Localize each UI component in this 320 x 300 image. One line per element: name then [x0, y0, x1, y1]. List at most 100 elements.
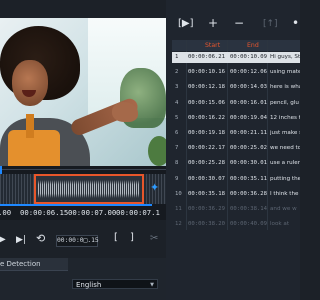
row-end-time: 00:00:38.14 [230, 206, 268, 212]
person-face [12, 60, 48, 106]
background-plant-small [148, 136, 166, 166]
row-number: 10 [175, 190, 182, 197]
row-end-time: 00:00:12.06 [230, 69, 268, 76]
row-end-time: 00:00:36.28 [230, 190, 268, 197]
transport-controls: ▶ ▶| ⟲ 00:00:0□.15 [ ] ✂ [0, 220, 166, 258]
jump-to-playhead-icon[interactable]: [▶] [178, 17, 194, 31]
scrub-track[interactable] [0, 169, 166, 170]
row-start-time: 00:00:38.20 [188, 221, 226, 228]
row-start-time: 00:00:10.16 [188, 69, 226, 76]
table-row[interactable]: 6 00:00:19.18 00:00:21.11 just make s [172, 128, 300, 139]
row-subtitle-text: we need to [270, 145, 300, 152]
row-number: 8 [175, 160, 179, 167]
table-row[interactable]: 3 00:00:12.18 00:00:14.03 here is wha [172, 82, 300, 93]
table-row[interactable]: 10 00:00:35.18 00:00:36.28 I think the [172, 189, 300, 200]
row-number: 4 [175, 99, 179, 106]
timecode-label: 00:00:07.00 [68, 208, 117, 217]
row-end-time: 00:00:16.01 [230, 99, 268, 106]
row-number: 5 [175, 114, 179, 121]
row-number: 3 [175, 84, 179, 91]
row-subtitle-text: 12 inches t [270, 114, 300, 121]
language-select-value: English [76, 281, 102, 289]
tab-divider [0, 270, 68, 271]
row-end-time: 00:00:25.02 [230, 145, 268, 152]
row-number: 1 [175, 54, 179, 60]
row-subtitle-text: look at [270, 221, 290, 228]
row-subtitle-text: just make s [270, 130, 300, 136]
audio-timeline[interactable]: ✦ .00 00:00:06.15 00:00:07.00 00:00:07.1 [0, 166, 166, 220]
row-start-time: 00:00:35.18 [188, 190, 226, 197]
row-start-time: 00:00:06.21 [188, 54, 226, 60]
timecode-label: .00 [0, 208, 12, 217]
table-row[interactable]: 5 00:00:16.22 00:00:19.04 12 inches t [172, 113, 300, 124]
column-header-start[interactable]: Start [205, 40, 220, 51]
add-subtitle-icon[interactable]: + [208, 16, 218, 30]
detection-panel: e Detection English ▼ [0, 258, 166, 300]
mark-out-icon[interactable]: ] [130, 232, 134, 244]
person-overalls [8, 130, 60, 166]
row-start-time: 00:00:19.18 [188, 130, 226, 136]
table-row[interactable]: 11 00:00:36.29 00:00:38.14 and we w [172, 204, 300, 215]
row-start-time: 00:00:25.28 [188, 160, 226, 167]
row-end-time: 00:00:10.09 [230, 54, 268, 60]
sparkle-icon[interactable]: ✦ [150, 182, 159, 194]
row-start-time: 00:00:16.22 [188, 114, 226, 121]
remove-subtitle-icon[interactable]: − [234, 16, 244, 30]
row-subtitle-text: pencil, glu [270, 99, 299, 106]
row-number: 7 [175, 145, 179, 152]
row-end-time: 00:00:30.01 [230, 160, 268, 167]
row-subtitle-text: use a ruler [270, 160, 300, 167]
row-number: 2 [175, 69, 179, 76]
video-preview[interactable] [0, 18, 166, 166]
table-row[interactable]: 2 00:00:10.16 00:00:12.06 using mate [172, 67, 300, 78]
merge-subtitle-icon[interactable]: [↑] [263, 17, 278, 31]
row-end-time: 00:00:21.11 [230, 130, 268, 136]
row-end-time: 00:00:14.03 [230, 84, 268, 91]
timeline-progress-bar [0, 204, 152, 206]
chevron-down-icon: ▼ [150, 282, 154, 288]
row-subtitle-text: and we w [270, 206, 297, 212]
more-options-icon[interactable]: • [292, 16, 299, 30]
repeat-icon[interactable]: ⟲ [36, 233, 45, 245]
row-end-time: 00:00:35.11 [230, 175, 268, 182]
row-subtitle-text: here is wha [270, 84, 300, 91]
next-frame-icon[interactable]: ▶| [16, 234, 26, 246]
playhead[interactable] [0, 166, 2, 174]
row-subtitle-text: I think the [270, 190, 299, 197]
table-row[interactable]: 1 00:00:06.21 00:00:10.09Hi guys, Ste [172, 52, 300, 63]
row-start-time: 00:00:30.07 [188, 175, 226, 182]
timecode-label: 00:00:07.1 [116, 208, 160, 217]
row-number: 6 [175, 130, 179, 136]
subtitle-toolbar: [▶] + − [↑] • [166, 0, 300, 36]
language-select[interactable]: English ▼ [72, 279, 158, 289]
row-number: 11 [175, 206, 182, 212]
table-row[interactable]: 9 00:00:30.07 00:00:35.11 putting the [172, 174, 300, 185]
column-header-end[interactable]: End [247, 40, 259, 51]
waveform-selected [38, 180, 140, 198]
person-hand [112, 102, 138, 122]
table-row[interactable]: 7 00:00:22.17 00:00:25.02 we need to [172, 143, 300, 154]
row-start-time: 00:00:22.17 [188, 145, 226, 152]
play-icon[interactable]: ▶ [0, 234, 6, 246]
row-start-time: 00:00:15.06 [188, 99, 226, 106]
row-start-time: 00:00:12.18 [188, 84, 226, 91]
table-row[interactable]: 8 00:00:25.28 00:00:30.01 use a ruler [172, 158, 300, 169]
time-input[interactable]: 00:00:0□.15 [56, 235, 99, 247]
table-row[interactable]: 12 00:00:38.20 00:00:40.09 look at [172, 219, 300, 230]
row-subtitle-text: using mate [270, 69, 300, 76]
row-start-time: 00:00:36.29 [188, 206, 226, 212]
row-end-time: 00:00:19.04 [230, 114, 268, 121]
cut-icon[interactable]: ✂ [150, 233, 158, 245]
row-subtitle-text: putting the [270, 175, 300, 182]
waveform-before [0, 174, 34, 204]
tab-detection[interactable]: e Detection [0, 258, 68, 270]
table-row[interactable]: 4 00:00:15.06 00:00:16.01 pencil, glu [172, 98, 300, 109]
mark-in-icon[interactable]: [ [114, 232, 118, 244]
subtitle-panel: [▶] + − [↑] • Start End 1 00:00:06.21 00:0… [166, 0, 300, 300]
row-number: 12 [175, 221, 182, 228]
row-number: 9 [175, 175, 179, 182]
timecode-label: 00:00:06.15 [20, 208, 69, 217]
row-end-time: 00:00:40.09 [230, 221, 268, 228]
person-overall-strap [26, 114, 34, 138]
subtitle-table-header: Start End [172, 40, 300, 51]
